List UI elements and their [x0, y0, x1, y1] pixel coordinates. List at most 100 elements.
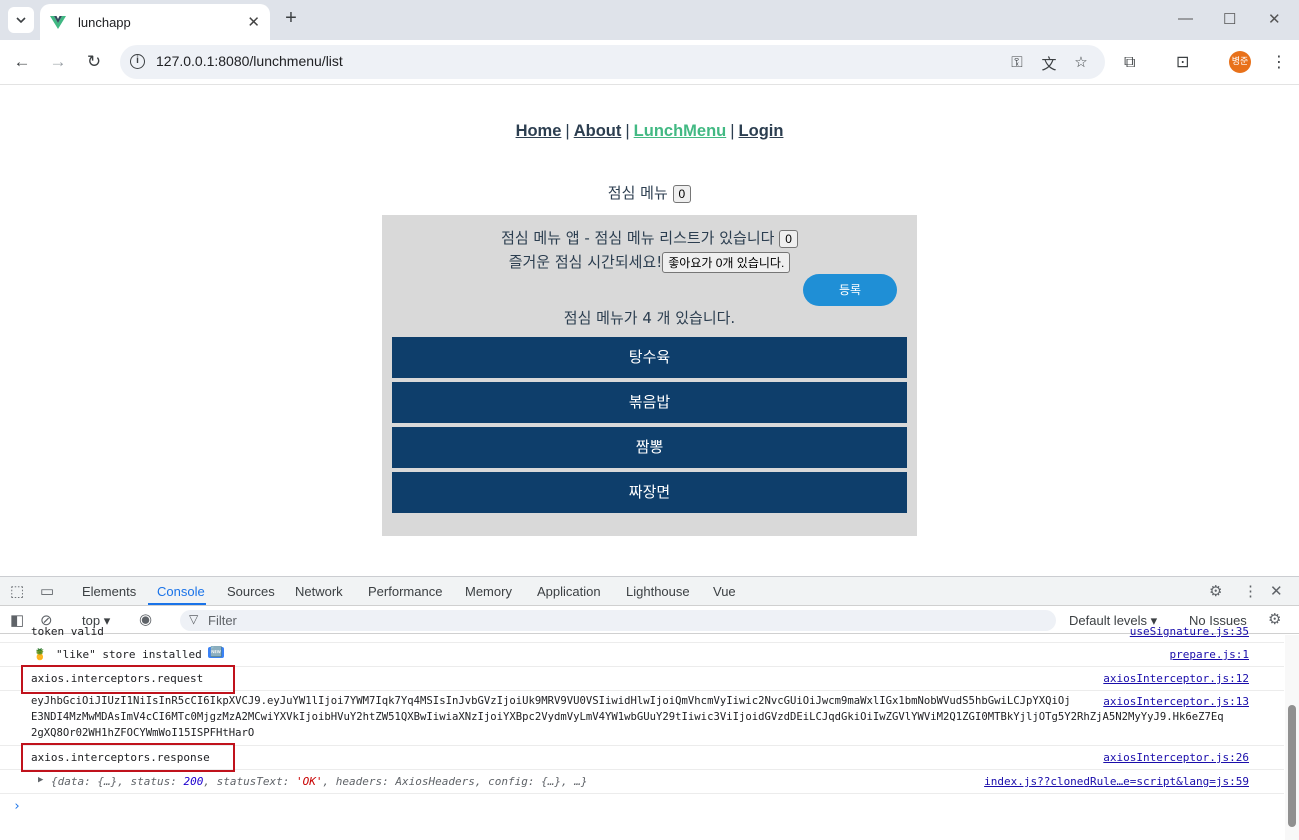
browser-tab[interactable]: lunchapp ✕: [40, 4, 270, 40]
browser-menu-icon[interactable]: ⋮: [1271, 52, 1287, 71]
translate-icon[interactable]: 文: [1040, 53, 1058, 73]
site-info-icon[interactable]: i: [130, 54, 145, 69]
object-status-text: 'OK': [296, 775, 323, 788]
tab-search-button[interactable]: [8, 7, 34, 33]
tab-elements[interactable]: Elements: [82, 584, 136, 599]
minimize-button[interactable]: —: [1178, 10, 1193, 27]
console-source-link[interactable]: prepare.js:1: [1170, 648, 1249, 661]
lunch-menu-panel: 점심 메뉴 앱 - 점심 메뉴 리스트가 있습니다 0 즐거운 점심 시간되세요…: [382, 215, 917, 536]
console-source-link[interactable]: axiosInterceptor.js:26: [1103, 751, 1249, 764]
console-message: eyJhbGciOiJIUzI1NiIsInR5cCI6IkpXVCJ9.eyJ…: [31, 695, 1071, 707]
nav-separator: |: [565, 122, 570, 140]
close-devtools-icon[interactable]: ✕: [1270, 582, 1283, 600]
console-scrollbar[interactable]: [1285, 635, 1299, 840]
tab-performance[interactable]: Performance: [368, 584, 442, 599]
tab-console[interactable]: Console: [157, 584, 205, 599]
object-key: , statusText:: [203, 775, 297, 788]
console-message-continued: 2gXQ8Or02WH1hZFOCYWmWoI15ISPFHtHarO: [31, 727, 255, 739]
devtools-tab-bar: ⬚ ▭ Elements Console Sources Network Per…: [0, 577, 1299, 606]
nav-lunchmenu-link[interactable]: LunchMenu: [634, 122, 727, 140]
console-object[interactable]: {data: {…}, status: 200, statusText: 'OK…: [51, 775, 587, 788]
tab-network[interactable]: Network: [295, 584, 343, 599]
console-line: token valid useSignature.js:35: [0, 625, 1284, 643]
console-source-link[interactable]: index.js??clonedRule…e=script&lang=js:59: [984, 775, 1249, 788]
device-toolbar-icon[interactable]: ▭: [40, 582, 54, 600]
chevron-down-icon: [16, 17, 26, 23]
screenshot-icon[interactable]: ⊡: [1176, 52, 1189, 71]
nav-home-link[interactable]: Home: [516, 122, 562, 140]
menu-count-text: 점심 메뉴가 4 개 있습니다.: [563, 309, 736, 327]
menu-item[interactable]: 볶음밥: [392, 382, 907, 423]
vue-logo-icon: [50, 16, 66, 29]
console-source-link[interactable]: axiosInterceptor.js:13: [1103, 695, 1249, 708]
tab-memory[interactable]: Memory: [465, 584, 512, 599]
scrollbar-thumb[interactable]: [1288, 705, 1296, 827]
console-line: ▶ {data: {…}, status: 200, statusText: '…: [0, 770, 1284, 794]
menu-item[interactable]: 탕수육: [392, 337, 907, 378]
console-prompt-icon[interactable]: ›: [13, 799, 21, 814]
object-prefix: {data: {…}, status:: [51, 775, 184, 788]
console-line: eyJhbGciOiJIUzI1NiIsInR5cCI6IkpXVCJ9.eyJ…: [0, 691, 1284, 746]
console-settings-icon[interactable]: ⚙: [1268, 610, 1281, 628]
panel-subheading-text: 즐거운 점심 시간되세요!: [508, 253, 663, 271]
tab-title: lunchapp: [78, 14, 131, 30]
menu-item[interactable]: 짬뽕: [392, 427, 907, 468]
more-options-icon[interactable]: ⋮: [1243, 582, 1258, 600]
browser-tab-bar: lunchapp ✕ + — ☐ ✕: [0, 0, 1299, 40]
tab-application[interactable]: Application: [537, 584, 601, 599]
like-button[interactable]: 좋아요가 0개 있습니다.: [662, 252, 791, 273]
page-title: 점심 메뉴 0: [0, 182, 1299, 203]
register-button[interactable]: 등록: [803, 274, 897, 306]
close-tab-icon[interactable]: ✕: [247, 13, 260, 31]
browser-toolbar: ← → ↻ i 127.0.0.1:8080/lunchmenu/list ⚿ …: [0, 40, 1299, 85]
panel-heading-text: 점심 메뉴 앱 - 점심 메뉴 리스트가 있습니다: [501, 229, 775, 247]
panel-count-button[interactable]: 0: [779, 229, 798, 248]
close-window-button[interactable]: ✕: [1268, 10, 1281, 28]
devtools-panel: ⬚ ▭ Elements Console Sources Network Per…: [0, 576, 1299, 840]
nav-separator: |: [730, 122, 735, 140]
back-button[interactable]: ←: [11, 52, 33, 74]
console-line: 🍍 "like" store installed 🆕 prepare.js:1: [0, 643, 1284, 667]
highlight-box: [21, 743, 235, 772]
page-content: Home | About | LunchMenu | Login 점심 메뉴 0 점심 메뉴…: [0, 86, 1299, 576]
panel-subheading: 즐거운 점심 시간되세요! 좋아요가 0개 있습니다.: [382, 251, 917, 273]
console-source-link[interactable]: useSignature.js:35: [1130, 625, 1249, 638]
pineapple-icon: 🍍: [33, 648, 47, 661]
expand-triangle-icon[interactable]: ▶: [38, 775, 43, 785]
address-bar[interactable]: i 127.0.0.1:8080/lunchmenu/list ⚿ 文 ☆: [120, 45, 1105, 79]
tab-lighthouse[interactable]: Lighthouse: [626, 584, 690, 599]
tab-sources[interactable]: Sources: [227, 584, 275, 599]
bookmark-star-icon[interactable]: ☆: [1072, 53, 1090, 71]
active-tab-indicator: [148, 603, 206, 605]
password-key-icon[interactable]: ⚿: [1008, 53, 1026, 71]
forward-button[interactable]: →: [47, 52, 69, 74]
settings-gear-icon[interactable]: ⚙: [1209, 582, 1222, 600]
object-status: 200: [183, 775, 204, 788]
nav-separator: |: [625, 122, 630, 140]
extensions-icon[interactable]: ⧉: [1124, 52, 1135, 72]
nav-about-link[interactable]: About: [574, 122, 622, 140]
reload-button[interactable]: ↻: [83, 52, 105, 74]
eye-icon[interactable]: ◉: [139, 610, 152, 628]
menu-list: 탕수육 볶음밥 짬뽕 짜장면: [392, 337, 907, 517]
url-text[interactable]: 127.0.0.1:8080/lunchmenu/list: [156, 53, 343, 69]
main-nav: Home | About | LunchMenu | Login: [0, 122, 1299, 141]
page-title-text: 점심 메뉴: [607, 184, 668, 202]
tab-vue[interactable]: Vue: [713, 584, 736, 599]
console-source-link[interactable]: axiosInterceptor.js:12: [1103, 672, 1249, 685]
console-message-continued: E3NDI4MzMwMDAsImV4cCI6MTc0MjgzMzA2MCwiYX…: [31, 711, 1224, 723]
new-tab-button[interactable]: +: [280, 8, 302, 30]
nav-login-link[interactable]: Login: [739, 122, 784, 140]
console-output: token valid useSignature.js:35 🍍 "like" …: [0, 625, 1284, 840]
maximize-button[interactable]: ☐: [1223, 10, 1236, 28]
inspect-element-icon[interactable]: ⬚: [10, 582, 24, 600]
title-count-button[interactable]: 0: [672, 184, 692, 203]
profile-avatar[interactable]: 병준: [1229, 51, 1251, 73]
panel-heading: 점심 메뉴 앱 - 점심 메뉴 리스트가 있습니다 0: [382, 227, 917, 248]
console-message: token valid: [31, 625, 104, 638]
menu-item[interactable]: 짜장면: [392, 472, 907, 513]
new-badge-icon: 🆕: [208, 647, 225, 658]
filter-placeholder: Filter: [208, 613, 237, 628]
filter-funnel-icon: ▽: [189, 612, 199, 626]
highlight-box: [21, 665, 235, 694]
